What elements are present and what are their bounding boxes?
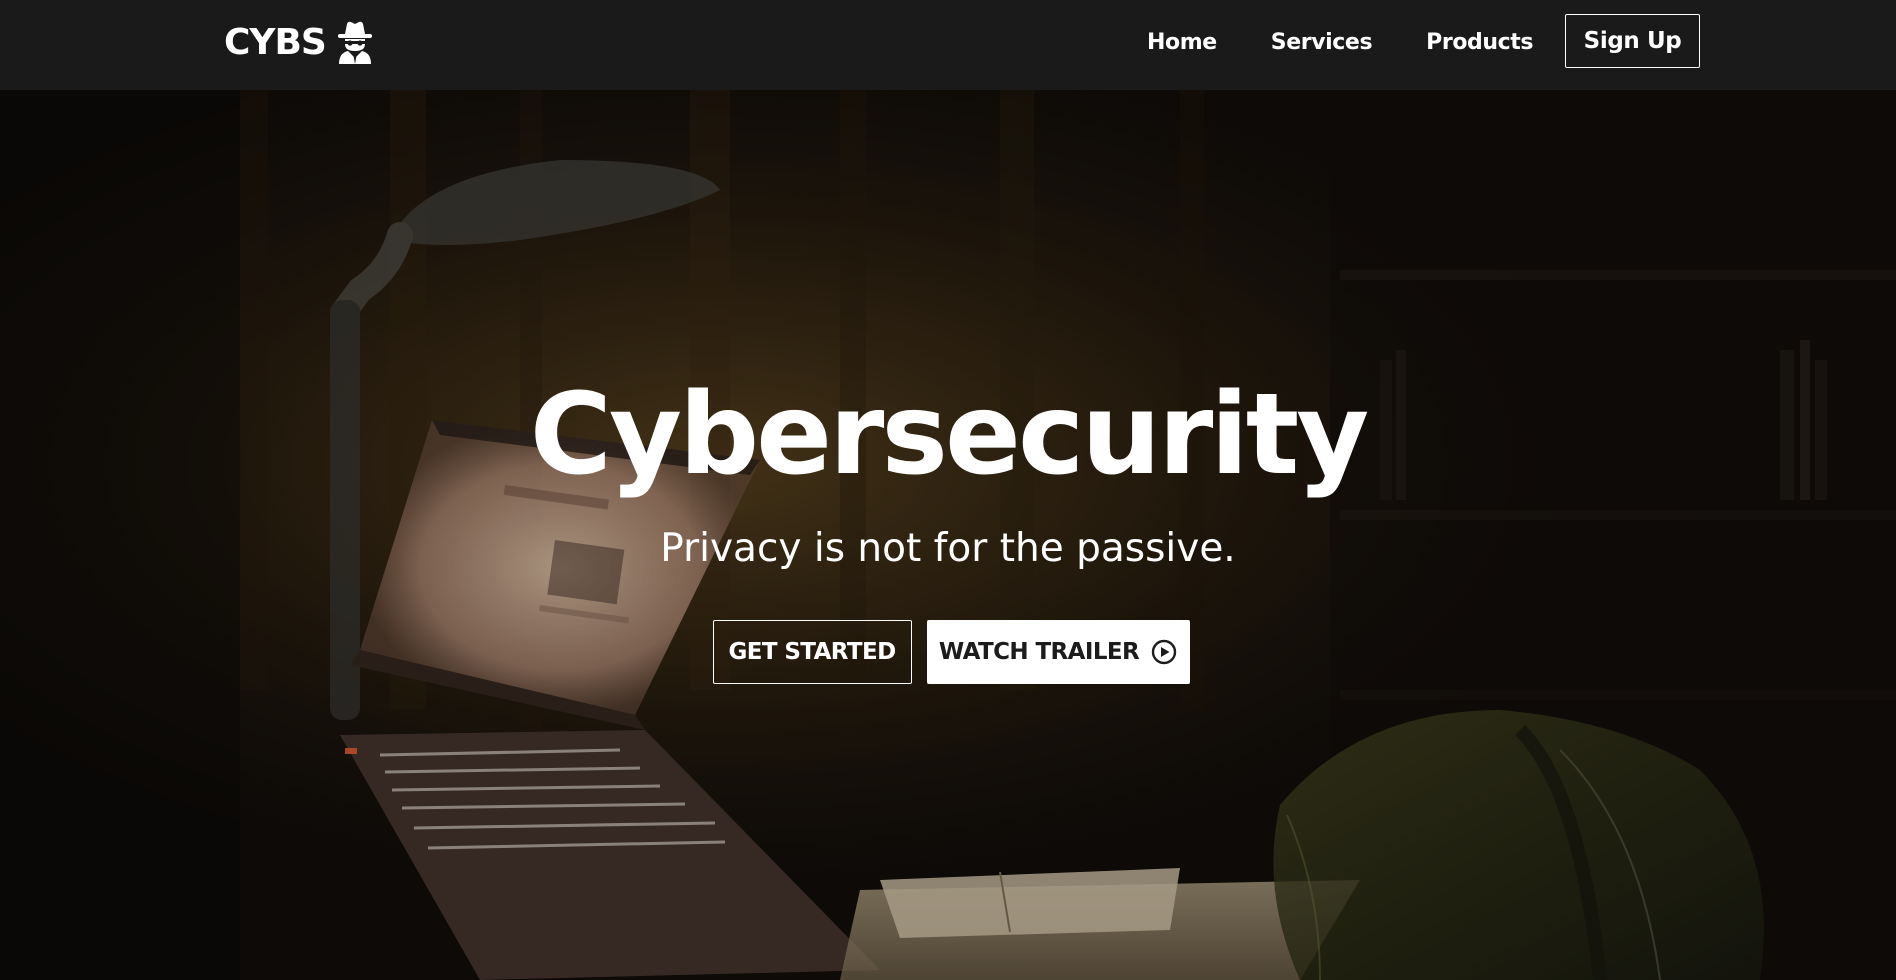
main-nav: Home Services Products bbox=[1120, 0, 1560, 84]
spy-icon bbox=[337, 21, 372, 64]
watch-trailer-button[interactable]: WATCH TRAILER bbox=[926, 620, 1190, 684]
hero-content: Cybersecurity Privacy is not for the pas… bbox=[0, 90, 1896, 980]
get-started-button[interactable]: GET STARTED bbox=[712, 620, 912, 684]
hero-subtitle: Privacy is not for the passive. bbox=[660, 526, 1236, 571]
hero-section: Cybersecurity Privacy is not for the pas… bbox=[0, 90, 1896, 980]
get-started-label: GET STARTED bbox=[728, 639, 896, 665]
navbar: CYBS Home Services Products Sign Up bbox=[0, 0, 1896, 90]
watch-trailer-label: WATCH TRAILER bbox=[938, 639, 1140, 665]
hero-title: Cybersecurity bbox=[529, 370, 1370, 500]
nav-link-home[interactable]: Home bbox=[1147, 30, 1217, 55]
brand-logo[interactable]: CYBS bbox=[224, 18, 374, 66]
nav-link-products[interactable]: Products bbox=[1426, 30, 1533, 55]
sign-up-button[interactable]: Sign Up bbox=[1565, 14, 1700, 68]
play-circle-icon bbox=[1151, 639, 1177, 665]
brand-name: CYBS bbox=[224, 21, 327, 63]
hero-buttons: GET STARTED WATCH TRAILER bbox=[0, 620, 1896, 684]
nav-link-services[interactable]: Services bbox=[1271, 30, 1373, 55]
